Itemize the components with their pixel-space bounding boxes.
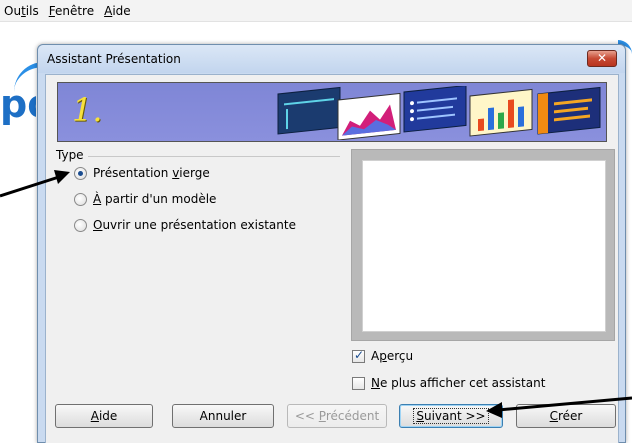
background-logo-fragment: po xyxy=(0,82,36,126)
menu-fenetre[interactable]: Fenêtre xyxy=(49,4,94,18)
radio-open-existing[interactable]: Ouvrir une présentation existante xyxy=(74,216,296,234)
checkbox-no-show[interactable]: Ne plus afficher cet assistant xyxy=(352,374,545,392)
radio-from-template-label: À partir d'un modèle xyxy=(93,192,217,206)
presentation-wizard-dialog: Assistant Présentation ✕ 1. Type Présent… xyxy=(37,44,626,443)
dialog-client-area: 1. Type Présentation vierge À partir d'u… xyxy=(45,74,619,443)
close-icon: ✕ xyxy=(596,51,608,65)
menu-fenetre-label: enêtre xyxy=(54,3,95,18)
preview-area xyxy=(362,160,606,332)
wizard-banner: 1. xyxy=(57,82,607,142)
radio-empty-presentation[interactable]: Présentation vierge xyxy=(74,164,210,182)
close-button[interactable]: ✕ xyxy=(587,50,617,67)
type-group-label: Type xyxy=(56,148,84,162)
dialog-titlebar[interactable]: Assistant Présentation ✕ xyxy=(38,45,625,73)
checkbox-preview[interactable]: Aperçu xyxy=(352,347,413,365)
menu-aide[interactable]: Aide xyxy=(104,4,131,18)
radio-from-template[interactable]: À partir d'un modèle xyxy=(74,190,216,208)
menu-aide-label: ide xyxy=(112,3,131,18)
checkbox[interactable] xyxy=(352,376,365,390)
type-group-divider xyxy=(88,156,340,157)
app-menubar: Outils Fenêtre Aide xyxy=(0,0,632,22)
help-button[interactable]: Aide xyxy=(55,404,153,428)
create-button[interactable]: Créer xyxy=(516,404,616,428)
cancel-button[interactable]: Annuler xyxy=(172,404,274,428)
checkbox-no-show-label: Ne plus afficher cet assistant xyxy=(371,376,546,390)
dialog-title: Assistant Présentation xyxy=(47,52,181,66)
menu-outils[interactable]: Outils xyxy=(4,4,39,18)
checkbox-preview-label: Aperçu xyxy=(371,349,414,363)
radio-open-existing-label: Ouvrir une présentation existante xyxy=(93,218,296,232)
radio-button[interactable] xyxy=(74,218,87,232)
radio-button[interactable] xyxy=(74,192,87,206)
menu-outils-label: Ou xyxy=(4,3,22,18)
previous-button[interactable]: << Précédent xyxy=(287,404,387,428)
checkbox-checked[interactable] xyxy=(352,348,365,363)
radio-button-checked[interactable] xyxy=(74,166,87,180)
slides-illustration-icon xyxy=(277,86,601,140)
menu-outils-label-rest: ils xyxy=(25,3,39,18)
radio-empty-presentation-label: Présentation vierge xyxy=(93,166,210,180)
preview-frame xyxy=(351,149,615,341)
next-button[interactable]: Suivant >> xyxy=(399,404,503,428)
step-number: 1. xyxy=(72,91,103,129)
